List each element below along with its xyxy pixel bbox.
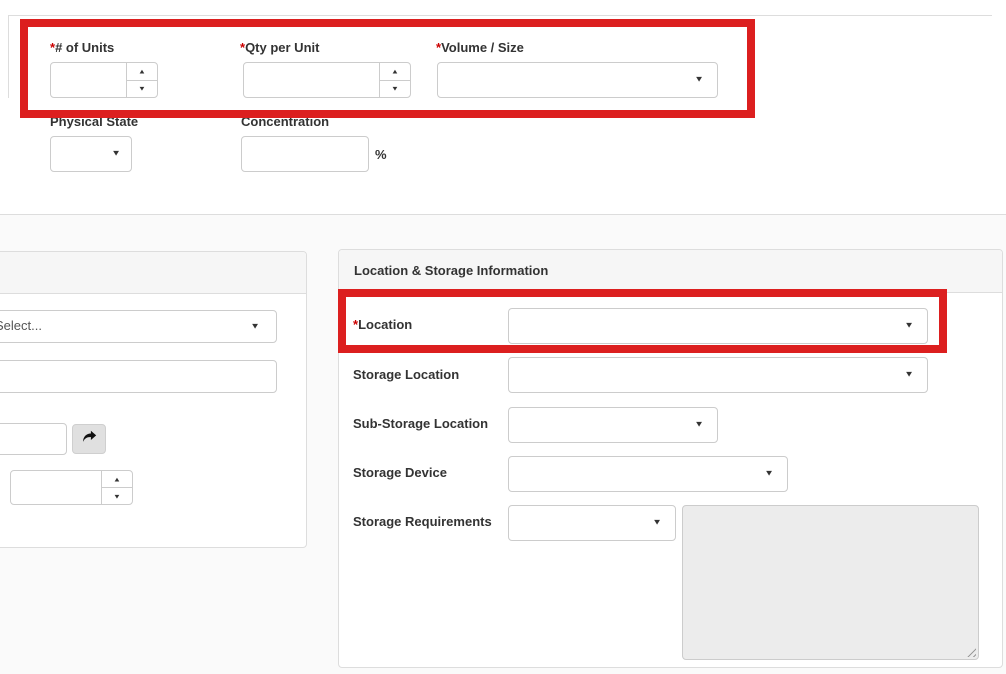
caret-down-icon: ▼: [111, 150, 121, 158]
storage-device-label: Storage Device: [353, 466, 447, 480]
left-panel-text-input[interactable]: [0, 361, 276, 392]
concentration-field[interactable]: [241, 136, 369, 172]
storage-requirements-textarea[interactable]: [682, 505, 979, 660]
spin-up-button[interactable]: ▲: [127, 63, 157, 81]
caret-down-icon: ▼: [694, 421, 704, 429]
left-panel-lookup-field[interactable]: [0, 423, 67, 455]
qty-per-unit-spinner[interactable]: ▲ ▼: [243, 62, 411, 98]
spin-up-button[interactable]: ▲: [380, 63, 410, 81]
num-units-label: *# of Units: [50, 41, 114, 55]
qty-per-unit-input[interactable]: [244, 63, 380, 97]
panel-title: Location & Storage Information: [354, 250, 548, 292]
num-units-spin-buttons: ▲ ▼: [126, 63, 157, 97]
physical-state-label: Physical State: [50, 115, 138, 129]
qty-per-unit-spin-buttons: ▲ ▼: [379, 63, 410, 97]
location-label: *Location: [353, 318, 412, 332]
left-panel-lookup-input[interactable]: [0, 424, 66, 454]
location-select[interactable]: ▼: [508, 308, 928, 344]
spin-up-button[interactable]: ▲: [102, 471, 132, 488]
storage-requirements-select[interactable]: ▼: [508, 505, 676, 541]
spin-down-button[interactable]: ▼: [380, 81, 410, 98]
upper-panel-top-border: [8, 15, 992, 16]
qty-per-unit-label: *Qty per Unit: [240, 41, 319, 55]
physical-state-select[interactable]: ▼: [50, 136, 132, 172]
concentration-input[interactable]: [242, 137, 368, 171]
location-storage-panel-header: Location & Storage Information: [339, 250, 1002, 293]
caret-down-icon: ▼: [652, 519, 662, 527]
forward-button[interactable]: [72, 424, 106, 454]
caret-down-icon: ▼: [904, 322, 914, 330]
left-panel-spin-buttons: ▲ ▼: [101, 471, 132, 504]
forward-arrow-icon: [82, 430, 97, 448]
form-page: *# of Units ▲ ▼ *Qty per Unit ▲ ▼ *Volum…: [0, 0, 1006, 674]
storage-location-label: Storage Location: [353, 368, 459, 382]
spin-down-button[interactable]: ▼: [102, 488, 132, 504]
left-panel-select[interactable]: Select... ▼: [0, 310, 277, 343]
spin-down-button[interactable]: ▼: [127, 81, 157, 98]
volume-size-label: *Volume / Size: [436, 41, 524, 55]
sub-storage-location-label: Sub-Storage Location: [353, 417, 488, 431]
left-panel-spinner[interactable]: ▲ ▼: [10, 470, 133, 505]
storage-location-select[interactable]: ▼: [508, 357, 928, 393]
percent-suffix: %: [375, 147, 387, 162]
left-panel-select-value: Select...: [0, 311, 276, 341]
upper-panel-left-border: [8, 15, 9, 98]
caret-down-icon: ▼: [764, 470, 774, 478]
left-panel-header: [0, 252, 306, 294]
storage-requirements-label: Storage Requirements: [353, 515, 492, 529]
section-divider: [0, 214, 1006, 215]
volume-size-select[interactable]: ▼: [437, 62, 718, 98]
caret-down-icon: ▼: [694, 76, 704, 84]
num-units-spinner[interactable]: ▲ ▼: [50, 62, 158, 98]
left-panel-text-field[interactable]: [0, 360, 277, 393]
caret-down-icon: ▼: [904, 371, 914, 379]
concentration-label: Concentration: [241, 115, 329, 129]
sub-storage-location-select[interactable]: ▼: [508, 407, 718, 443]
num-units-input[interactable]: [51, 63, 127, 97]
left-panel-spinner-input[interactable]: [11, 471, 102, 504]
storage-device-select[interactable]: ▼: [508, 456, 788, 492]
caret-down-icon: ▼: [250, 323, 260, 331]
